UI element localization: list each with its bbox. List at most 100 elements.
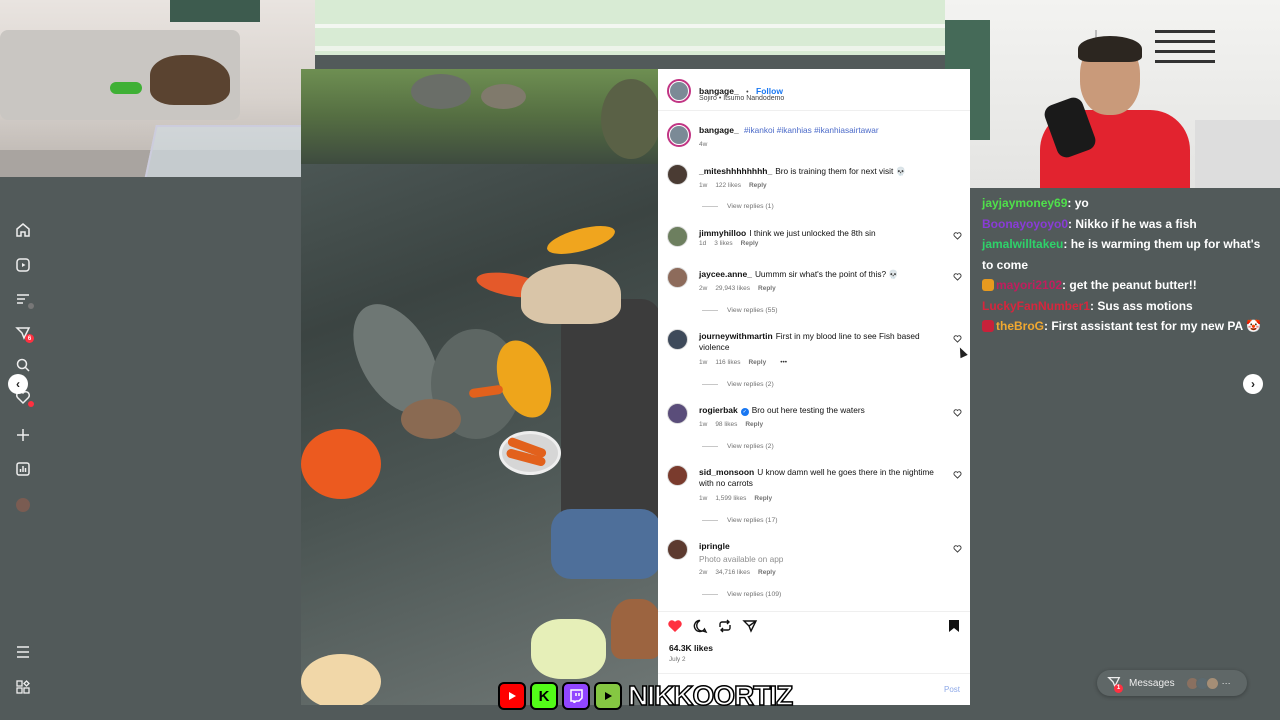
commenter-username[interactable]: jaycee.anne_ [699,269,752,279]
reply-button[interactable]: Reply [749,182,767,189]
view-replies-button[interactable]: View replies (109) [702,591,781,598]
view-replies-label: View replies (1) [727,203,774,210]
comment-age: 1d [699,240,707,247]
comment-like-icon[interactable] [953,334,962,343]
view-replies-button[interactable]: View replies (2) [702,381,774,388]
comment-likes[interactable]: 122 likes [715,182,741,189]
stream-chat: jayjaymoney69: yo Boonayoyoyo0: Nikko if … [982,193,1272,337]
comment-likes[interactable]: 116 likes [715,359,740,366]
comment-text: I think we just unlocked the 8th sin [749,228,876,238]
chat-username[interactable]: LuckyFanNumber1 [982,299,1090,313]
comment-like-icon[interactable] [953,231,962,240]
share-icon[interactable] [742,618,758,634]
post-video[interactable] [301,69,658,705]
repost-icon[interactable] [717,618,733,634]
reply-button[interactable]: Reply [741,240,759,247]
chat-username[interactable]: jamalwilltakeu [982,237,1063,251]
commenter-username[interactable]: rogierbak [699,405,738,415]
view-replies-button[interactable]: View replies (17) [702,517,778,524]
next-post-button[interactable]: › [1243,374,1263,394]
comment-age: 1w [699,495,708,502]
chat-username[interactable]: mayori2102 [996,278,1062,292]
rumble-icon [594,682,622,710]
notification-badge: 6 [25,334,34,343]
commenter-avatar[interactable] [667,329,688,350]
chat-text: : yo [1067,196,1089,210]
twitch-icon [562,682,590,710]
apps-icon[interactable] [15,679,31,695]
chat-message: Boonayoyoyo0: Nikko if he was a fish [982,214,1272,235]
comment-age: 1w [699,359,708,366]
chat-message: LuckyFanNumber1: Sus ass motions [982,296,1272,317]
commenter-avatar[interactable] [667,465,688,486]
likes-count[interactable]: 64.3K likes [669,643,713,653]
audio-track[interactable]: Sojiro • Itsumo Nandodemo [699,95,784,102]
clown-emote-icon: 🤡 [1246,319,1262,333]
reply-button[interactable]: Reply [758,569,776,576]
commenter-avatar[interactable] [667,267,688,288]
comment-likes[interactable]: 98 likes [715,421,737,428]
reels-icon[interactable] [15,257,31,273]
commenter-username[interactable]: ipringle [699,541,730,551]
commenter-username[interactable]: sid_monsoon [699,467,754,477]
comment-text: Bro is training them for next visit 💀 [775,166,906,176]
chat-badge-icon [982,279,994,291]
view-replies-button[interactable]: View replies (2) [702,443,774,450]
home-icon[interactable] [15,222,31,238]
direct-icon[interactable]: 6 [15,325,34,343]
chat-username[interactable]: jayjaymoney69 [982,196,1067,210]
commenter-username[interactable]: jimmyhilloo [699,228,746,238]
comment-like-icon[interactable] [953,408,962,417]
chat-username[interactable]: Boonayoyoyo0 [982,217,1068,231]
caption-username[interactable]: bangage_ [699,125,739,135]
create-icon[interactable] [15,427,31,443]
post-comment-button[interactable]: Post [944,685,960,694]
comment-like-icon[interactable] [953,272,962,281]
chat-text: : First assistant test for my new PA [1044,319,1243,333]
reply-button[interactable]: Reply [754,495,772,502]
caption-hashtags[interactable]: #ikankoi #ikanhias #ikanhiasairtawar [744,125,879,135]
comment-age: 1w [699,421,708,428]
caption-avatar[interactable] [667,123,691,147]
more-options-icon[interactable]: ••• [780,359,787,366]
bookmark-icon[interactable] [946,618,962,634]
prev-post-button[interactable]: ‹ [8,374,28,394]
view-replies-button[interactable]: View replies (55) [702,307,778,314]
webcam-room-left [0,0,315,177]
comment-likes[interactable]: 3 likes [714,240,732,247]
commenter-username[interactable]: journeywithmartin [699,331,773,341]
reply-button[interactable]: Reply [758,285,776,292]
chat-text: : Nikko if he was a fish [1068,216,1197,231]
comment-like-icon[interactable] [953,544,962,553]
commenter-avatar[interactable] [667,226,688,247]
commenter-username[interactable]: _miteshhhhhhhh_ [699,166,772,176]
post-details-panel: bangage_ • Follow Sojiro • Itsumo Nandod… [658,69,970,705]
messages-button[interactable]: 1 Messages ··· [1097,670,1247,696]
view-replies-label: View replies (109) [727,591,782,598]
view-replies-button[interactable]: View replies (1) [702,203,774,210]
comment-icon[interactable] [692,618,708,634]
commenter-avatar[interactable] [667,403,688,424]
ig-sidebar: 6 [0,177,45,720]
feeds-icon[interactable] [15,291,34,309]
reply-button[interactable]: Reply [745,421,763,428]
search-icon[interactable] [15,357,31,373]
comment-likes[interactable]: 1,599 likes [715,495,746,502]
streamer-name: NIKKOORTIZ [627,679,794,712]
author-avatar[interactable] [667,79,691,103]
commenter-avatar[interactable] [667,539,688,560]
youtube-icon [498,682,526,710]
webcam-streamer [945,0,1280,188]
like-heart-icon[interactable] [667,618,683,634]
comment-likes[interactable]: 29,943 likes [715,285,750,292]
commenter-avatar[interactable] [667,164,688,185]
direct-icon: 1 [1107,675,1123,693]
comment-likes[interactable]: 34,716 likes [715,569,750,576]
menu-icon[interactable] [15,644,31,660]
chat-username[interactable]: theBroG [996,319,1044,333]
comment-like-icon[interactable] [953,470,962,479]
chat-badge-icon [982,320,994,332]
dashboard-icon[interactable] [15,461,31,477]
reply-button[interactable]: Reply [748,359,766,366]
profile-avatar[interactable] [15,497,31,513]
